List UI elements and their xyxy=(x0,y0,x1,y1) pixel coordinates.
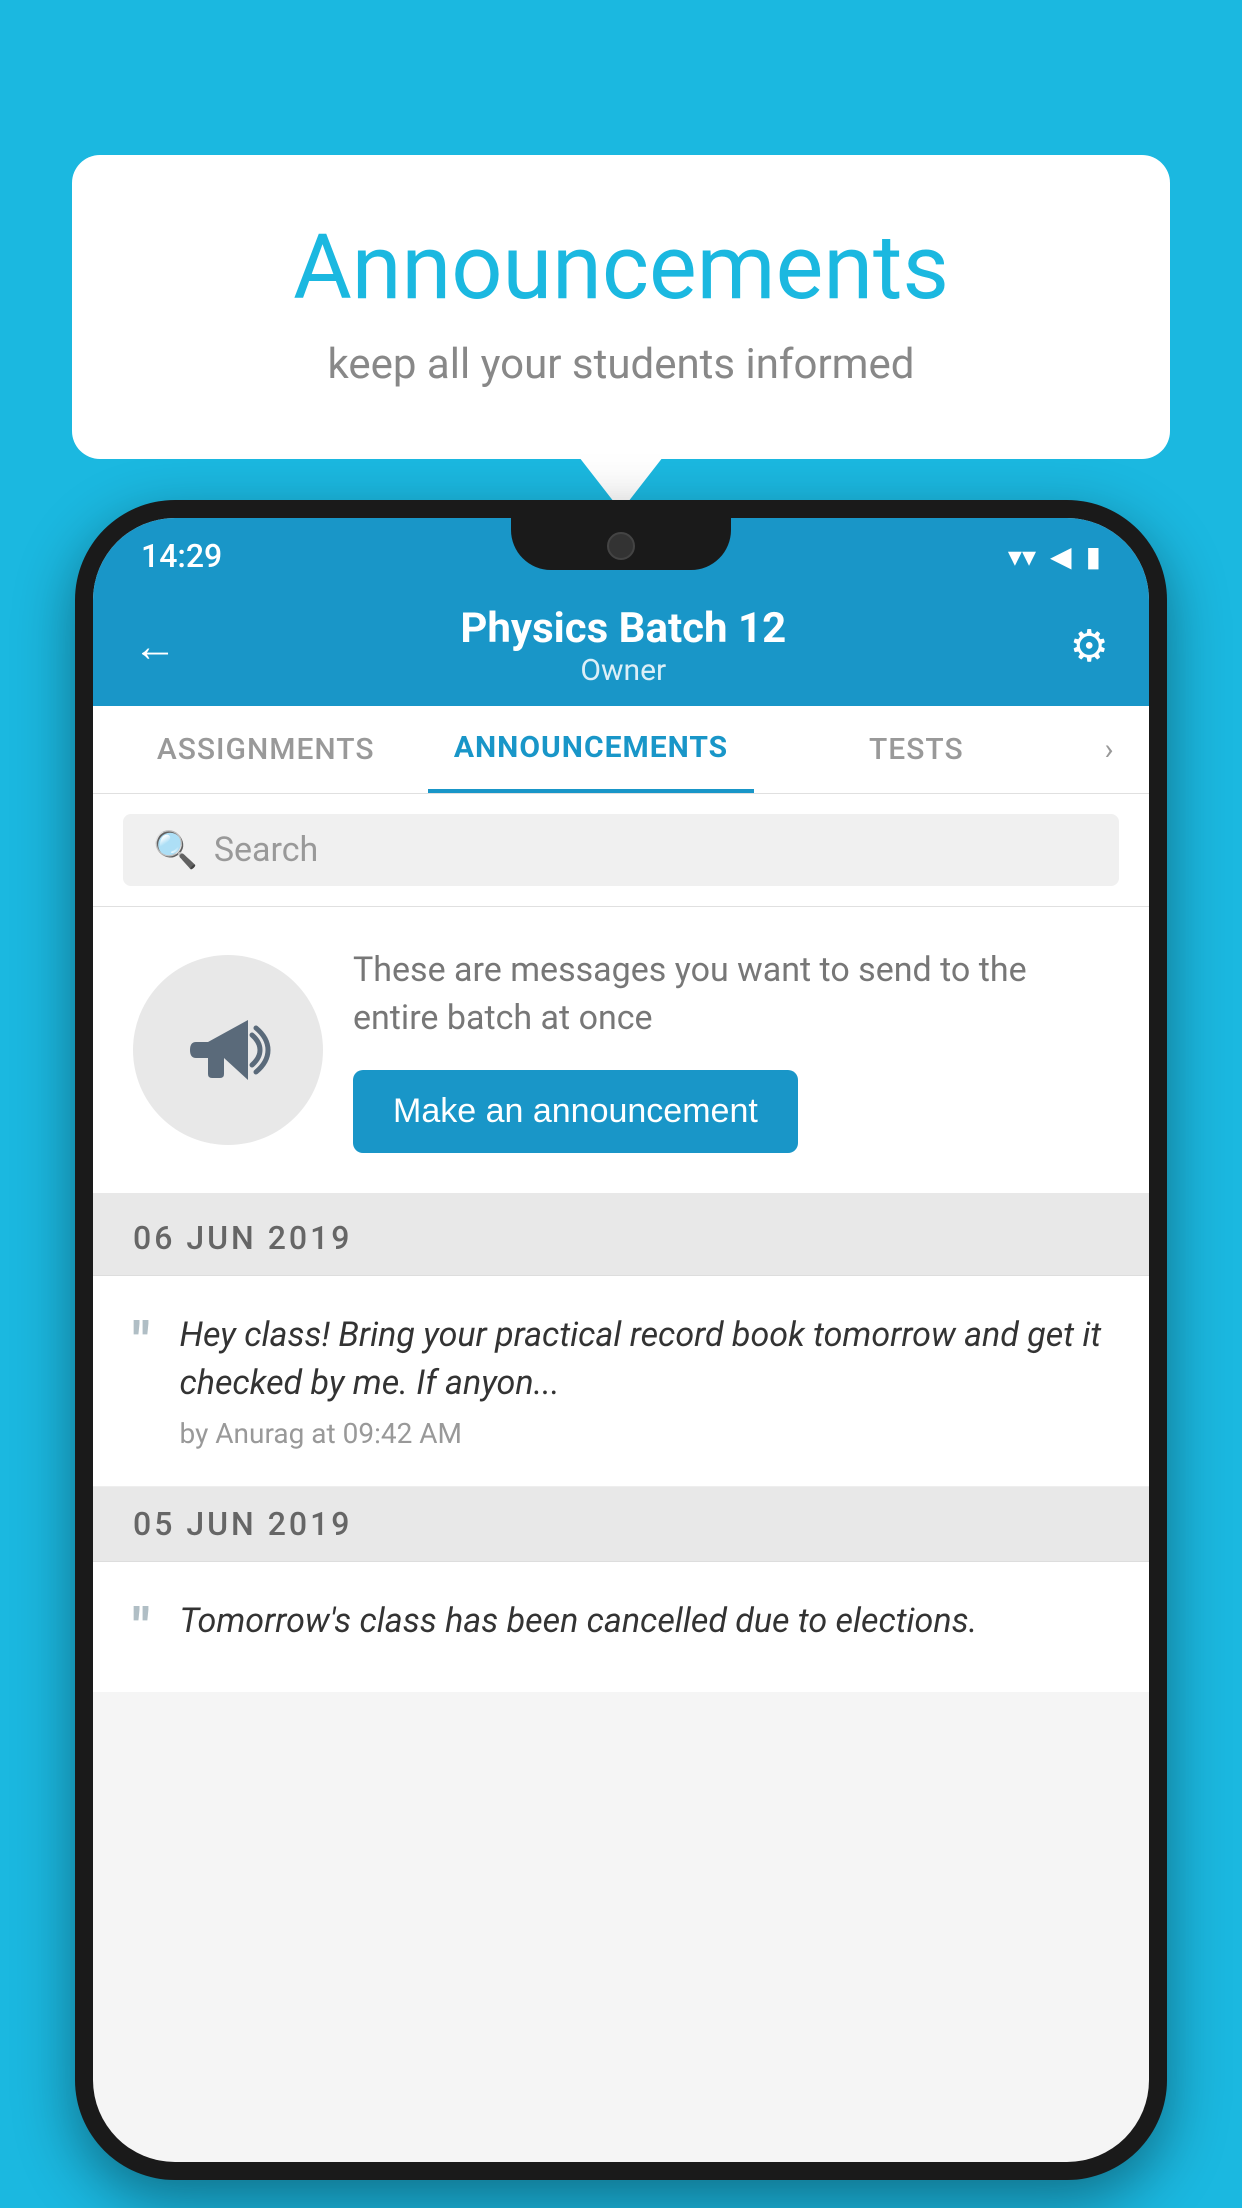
app-header: ← Physics Batch 12 Owner ⚙ xyxy=(93,586,1149,706)
header-subtitle: Owner xyxy=(460,653,786,688)
tab-announcements[interactable]: ANNOUNCEMENTS xyxy=(428,706,753,793)
speech-bubble-card: Announcements keep all your students inf… xyxy=(72,155,1170,459)
quote-icon-1: " xyxy=(133,1316,150,1368)
phone-camera xyxy=(607,532,635,560)
tab-assignments[interactable]: ASSIGNMENTS xyxy=(103,706,428,793)
tab-more-icon[interactable]: › xyxy=(1079,732,1139,767)
status-icons: ▾▾ ◀ ▮ xyxy=(1008,540,1101,573)
header-center: Physics Batch 12 Owner xyxy=(460,604,786,688)
announcement-text-1: Hey class! Bring your practical record b… xyxy=(180,1312,1109,1407)
date-separator-1: 06 JUN 2019 xyxy=(93,1201,1149,1276)
promo-icon-circle xyxy=(133,955,323,1145)
announcement-item-2[interactable]: " Tomorrow's class has been cancelled du… xyxy=(93,1562,1149,1692)
bubble-subtitle: keep all your students informed xyxy=(152,340,1090,389)
phone-mockup: 14:29 ▾▾ ◀ ▮ ← Physics Batch 12 Owner ⚙ xyxy=(75,500,1167,2180)
make-announcement-button[interactable]: Make an announcement xyxy=(353,1070,798,1153)
search-placeholder: Search xyxy=(214,830,318,870)
bubble-title: Announcements xyxy=(152,215,1090,320)
status-time: 14:29 xyxy=(141,537,222,575)
header-title: Physics Batch 12 xyxy=(460,604,786,653)
quote-icon-2: " xyxy=(133,1602,150,1654)
phone-outer-shell: 14:29 ▾▾ ◀ ▮ ← Physics Batch 12 Owner ⚙ xyxy=(75,500,1167,2180)
announcement-content-2: Tomorrow's class has been cancelled due … xyxy=(180,1598,1109,1656)
search-container: 🔍 Search xyxy=(93,794,1149,907)
phone-notch xyxy=(511,518,731,570)
announcement-meta-1: by Anurag at 09:42 AM xyxy=(180,1417,1109,1450)
announcement-item-1[interactable]: " Hey class! Bring your practical record… xyxy=(93,1276,1149,1487)
promo-description: These are messages you want to send to t… xyxy=(353,947,1109,1042)
tabs-bar: ASSIGNMENTS ANNOUNCEMENTS TESTS › xyxy=(93,706,1149,794)
search-icon: 🔍 xyxy=(153,829,198,871)
battery-icon: ▮ xyxy=(1086,540,1101,573)
date-separator-2: 05 JUN 2019 xyxy=(93,1487,1149,1562)
announcement-content-1: Hey class! Bring your practical record b… xyxy=(180,1312,1109,1450)
wifi-icon: ▾▾ xyxy=(1008,540,1036,573)
search-bar[interactable]: 🔍 Search xyxy=(123,814,1119,886)
back-button[interactable]: ← xyxy=(133,620,177,672)
megaphone-icon xyxy=(178,1000,278,1100)
promo-right: These are messages you want to send to t… xyxy=(353,947,1109,1153)
settings-icon[interactable]: ⚙ xyxy=(1070,620,1109,672)
signal-icon: ◀ xyxy=(1050,540,1072,573)
announcement-promo: These are messages you want to send to t… xyxy=(93,907,1149,1201)
announcement-text-2: Tomorrow's class has been cancelled due … xyxy=(180,1598,1109,1646)
phone-screen: 14:29 ▾▾ ◀ ▮ ← Physics Batch 12 Owner ⚙ xyxy=(93,518,1149,2162)
tab-tests[interactable]: TESTS xyxy=(754,706,1079,793)
